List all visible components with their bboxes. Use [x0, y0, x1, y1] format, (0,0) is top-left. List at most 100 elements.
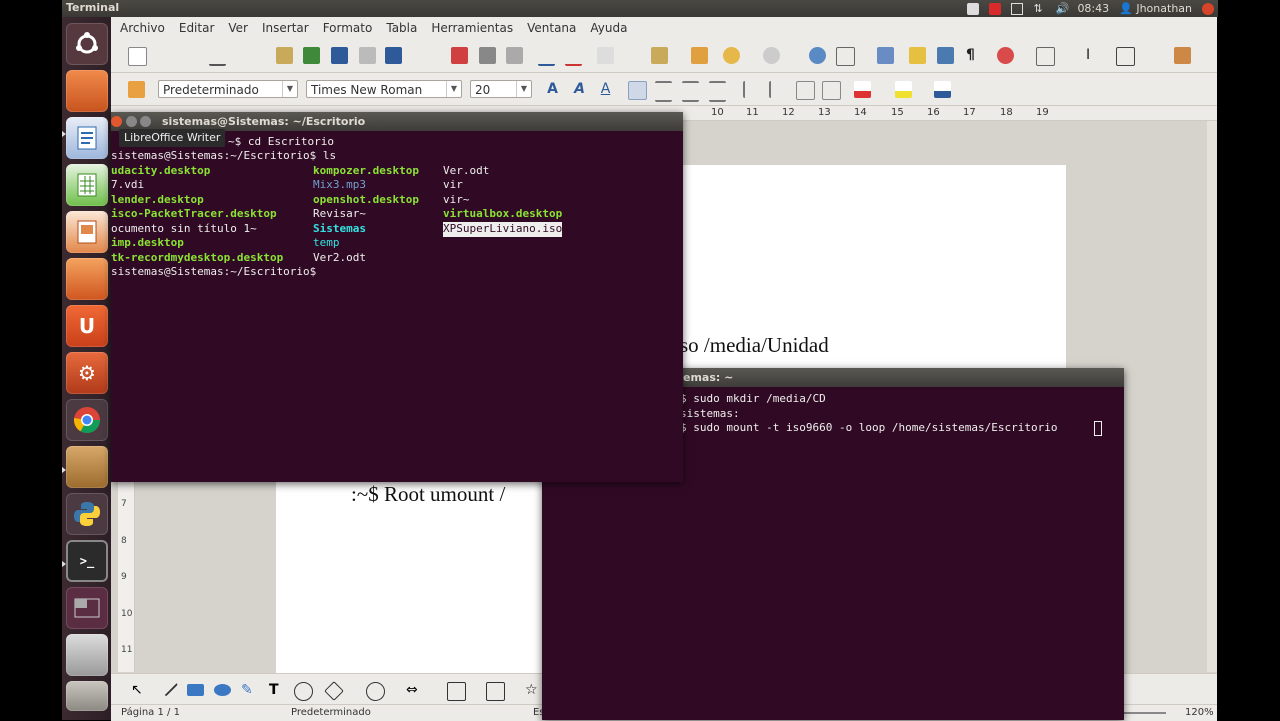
styles-formatting-icon[interactable]: [128, 81, 145, 98]
save-icon[interactable]: [303, 47, 320, 64]
new-document-icon[interactable]: [128, 47, 147, 66]
bold-icon[interactable]: A: [544, 81, 561, 98]
text-cursor-icon[interactable]: I: [1086, 47, 1103, 64]
record-indicator-icon[interactable]: [989, 2, 1002, 15]
vertical-scrollbar[interactable]: [1207, 121, 1217, 672]
menu-insertar[interactable]: Insertar: [262, 21, 309, 35]
pdf-export-icon[interactable]: [451, 47, 468, 64]
close-button[interactable]: [111, 116, 122, 127]
stars-icon[interactable]: ☆: [525, 682, 542, 699]
hyperlink-icon[interactable]: [809, 47, 826, 64]
symbol-shapes-icon[interactable]: [366, 682, 385, 701]
menu-ayuda[interactable]: Ayuda: [590, 21, 627, 35]
menu-formato[interactable]: Formato: [323, 21, 373, 35]
background-color-icon[interactable]: [934, 81, 951, 98]
calc-launcher-icon[interactable]: [66, 164, 108, 206]
menu-herramientas[interactable]: Herramientas: [431, 21, 513, 35]
formatting-marks-icon[interactable]: ¶: [966, 47, 983, 64]
writer-launcher-icon[interactable]: [66, 117, 108, 159]
chrome-icon[interactable]: [66, 399, 108, 441]
align-center-icon[interactable]: [655, 81, 672, 102]
navigator-icon[interactable]: [909, 47, 926, 64]
callouts-icon[interactable]: [486, 682, 505, 701]
italic-icon[interactable]: A: [571, 81, 588, 98]
print-icon[interactable]: [479, 47, 496, 64]
rectangle-tool-icon[interactable]: [187, 684, 204, 696]
edit-file-icon[interactable]: [209, 47, 226, 66]
software-center-icon[interactable]: [66, 258, 108, 300]
workspace-switcher-icon[interactable]: [66, 587, 108, 629]
network-icon[interactable]: ⇅: [1033, 2, 1045, 15]
font-color-icon[interactable]: [854, 81, 871, 98]
clone-format-icon[interactable]: [691, 47, 708, 64]
bullets-icon[interactable]: [769, 81, 788, 98]
menu-archivo[interactable]: Archivo: [120, 21, 165, 35]
unity-launcher: U ⚙ >_: [62, 17, 112, 720]
flowchart-icon[interactable]: [447, 682, 466, 701]
justify-icon[interactable]: [709, 81, 726, 102]
terminal-1-body[interactable]: ~$ cd Escritorio sistemas@Sistemas:~/Esc…: [111, 131, 683, 482]
font-size-combo[interactable]: 20 ▼: [470, 80, 532, 98]
help-icon[interactable]: [997, 47, 1014, 64]
dash-home-icon[interactable]: [66, 23, 108, 65]
table-icon[interactable]: [836, 47, 855, 66]
select-arrow-icon[interactable]: ↖: [131, 682, 148, 699]
menu-editar[interactable]: Editar: [179, 21, 215, 35]
export-icon[interactable]: [385, 47, 402, 64]
session-gear-icon[interactable]: [1202, 2, 1214, 15]
python-icon[interactable]: [66, 493, 108, 535]
archive-manager-icon[interactable]: [66, 446, 108, 488]
text-tool-icon[interactable]: T: [269, 682, 286, 699]
redo-icon[interactable]: [763, 47, 780, 64]
menu-ventana[interactable]: Ventana: [527, 21, 576, 35]
insert-table-icon[interactable]: [1036, 47, 1055, 66]
email-icon[interactable]: [359, 47, 376, 64]
open-icon[interactable]: [276, 47, 293, 64]
basic-shapes-icon[interactable]: [324, 681, 344, 701]
callout-tool-icon[interactable]: [294, 682, 313, 701]
menu-tabla[interactable]: Tabla: [386, 21, 417, 35]
paste-icon[interactable]: [651, 47, 668, 64]
ubuntu-one-icon[interactable]: U: [66, 305, 108, 347]
cut-icon[interactable]: [597, 47, 614, 64]
paragraph-style-combo[interactable]: Predeterminado ▼: [158, 80, 298, 98]
insert-field-icon[interactable]: [1116, 47, 1135, 66]
terminal-window-1[interactable]: sistemas@Sistemas: ~/Escritorio ~$ cd Es…: [111, 112, 683, 482]
underline-icon[interactable]: A: [597, 81, 614, 98]
ellipse-tool-icon[interactable]: [214, 684, 231, 696]
menu-bar: Archivo Editar Ver Insertar Formato Tabl…: [111, 17, 1217, 39]
block-arrows-icon[interactable]: ⇔: [406, 682, 423, 699]
font-name-combo[interactable]: Times New Roman ▼: [306, 80, 462, 98]
macro-icon[interactable]: [1174, 47, 1191, 64]
files-folder-icon[interactable]: [66, 70, 108, 112]
minimize-button[interactable]: [126, 116, 137, 127]
decrease-indent-icon[interactable]: [796, 81, 815, 100]
terminal-launcher-icon[interactable]: >_: [66, 540, 108, 582]
numbering-icon[interactable]: [743, 81, 762, 98]
show-draw-functions-icon[interactable]: [877, 47, 894, 64]
mail-icon[interactable]: [1011, 2, 1024, 15]
print-preview-icon[interactable]: [506, 47, 523, 64]
freeform-tool-icon[interactable]: ✎: [241, 682, 258, 699]
undo-icon[interactable]: [723, 47, 740, 64]
zoom-level[interactable]: 120%: [1185, 707, 1214, 718]
menu-ver[interactable]: Ver: [228, 21, 248, 35]
keyboard-indicator-icon[interactable]: [967, 2, 980, 15]
usb-drive-icon[interactable]: [66, 634, 108, 676]
align-right-icon[interactable]: [682, 81, 699, 102]
spellcheck-icon[interactable]: [538, 47, 555, 66]
increase-indent-icon[interactable]: [822, 81, 841, 100]
volume-icon[interactable]: 🔊: [1055, 2, 1069, 15]
autospell-icon[interactable]: [565, 47, 582, 66]
highlight-icon[interactable]: [895, 81, 912, 98]
line-tool-icon[interactable]: [158, 677, 179, 697]
align-left-icon[interactable]: [628, 81, 647, 100]
trash-icon[interactable]: [66, 681, 108, 711]
gallery-icon[interactable]: [937, 47, 954, 64]
system-settings-icon[interactable]: ⚙: [66, 352, 108, 394]
user-menu[interactable]: 👤 Jhonathan: [1119, 2, 1192, 15]
clock[interactable]: 08:43: [1077, 2, 1109, 15]
save-as-icon[interactable]: [331, 47, 348, 64]
maximize-button[interactable]: [140, 116, 151, 127]
impress-launcher-icon[interactable]: [66, 211, 108, 253]
